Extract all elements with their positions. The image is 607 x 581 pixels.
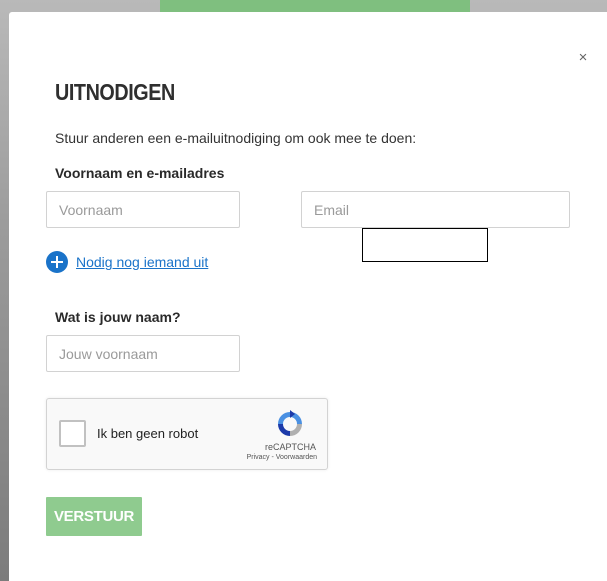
plus-circle-icon [46,251,68,273]
submit-button[interactable]: VERSTUUR [46,497,142,536]
recaptcha-brand: reCAPTCHA [264,442,316,452]
modal-title: UITNODIGEN [55,79,175,105]
sender-name-field[interactable] [46,335,240,372]
first-name-field[interactable] [46,191,240,228]
invite-modal: × UITNODIGEN Stuur anderen een e-mailuit… [9,12,607,581]
recaptcha-logo-icon [278,410,302,436]
recaptcha-links[interactable]: Privacy - Voorwaarden [247,454,317,461]
email-field[interactable] [301,191,570,228]
recaptcha-label: Ik ben geen robot [97,426,199,441]
close-icon[interactable]: × [574,49,592,67]
recaptcha-widget: Ik ben geen robot reCAPTCHA Privacy - Vo… [46,398,328,470]
recaptcha-checkbox[interactable] [59,420,86,447]
sender-section-label: Wat is jouw naam? [55,309,181,325]
add-invitee-link[interactable]: Nodig nog iemand uit [76,254,208,270]
add-invitee-button[interactable]: Nodig nog iemand uit [46,251,208,273]
modal-subtitle: Stuur anderen een e-mailuitnodiging om o… [55,130,417,146]
redaction-box [362,228,488,262]
invitee-section-label: Voornaam en e-mailadres [55,165,225,181]
